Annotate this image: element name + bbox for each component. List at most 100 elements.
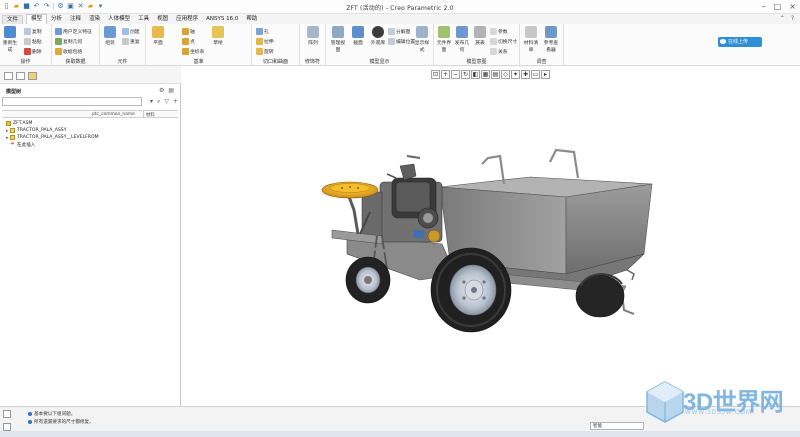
- zoom-out-icon[interactable]: −: [451, 70, 460, 79]
- bom-button[interactable]: 材料清单: [523, 26, 539, 53]
- tree-item[interactable]: ▸ TRACTOR_PALA_ASSY: [2, 127, 99, 134]
- display-style-icon[interactable]: ◧: [471, 70, 480, 79]
- copy-icon: [24, 28, 31, 35]
- help-icon[interactable]: ?: [791, 15, 794, 22]
- tractor-model[interactable]: [182, 84, 800, 406]
- settings-icon[interactable]: ⚙: [159, 87, 164, 94]
- tab-tools[interactable]: 工具: [134, 15, 153, 24]
- minimize-button[interactable]: –: [762, 1, 766, 12]
- paste-button[interactable]: 粘贴: [24, 38, 42, 45]
- copy-geometry-button[interactable]: 复制几何: [55, 38, 82, 45]
- revolve-button[interactable]: 旋转: [256, 48, 274, 55]
- group-operations: 重新生成 复制 粘贴 删除 操作: [0, 24, 52, 66]
- switch-dimensions-button[interactable]: 切换尺寸: [490, 38, 517, 45]
- tab-view[interactable]: 视图: [153, 15, 172, 24]
- add-column-icon[interactable]: +: [173, 98, 178, 106]
- search-dropdown-icon[interactable]: ▾: [150, 98, 153, 106]
- assemble-button[interactable]: 组装: [102, 26, 118, 46]
- hole-button[interactable]: 孔: [256, 28, 269, 35]
- ribbon-tabs: 文件 模型 分析 注释 渲染 人体模型 工具 视图 应用程序 ANSYS 16.…: [0, 14, 800, 24]
- group-model-intent: 元件界面 发布几何 族表 参数 切换尺寸 关系 模型意图: [434, 24, 520, 66]
- edit-position-button[interactable]: 编辑位置: [388, 38, 415, 45]
- delete-button[interactable]: 删除: [24, 48, 42, 55]
- plane-button[interactable]: 平面: [150, 26, 166, 46]
- selection-filter[interactable]: 智能: [590, 422, 644, 430]
- family-table-button[interactable]: 族表: [472, 26, 488, 46]
- graphics-more-icon[interactable]: ▸: [541, 70, 550, 79]
- message-log-icon[interactable]: [3, 410, 11, 418]
- tab-applications[interactable]: 应用程序: [172, 15, 202, 24]
- navigator-toggle-icon[interactable]: [3, 423, 11, 431]
- tab-render[interactable]: 渲染: [85, 15, 104, 24]
- model-tree: ZFT.ASM ▸ TRACTOR_PALA_ASSY ▸ TRACTOR_PA…: [2, 120, 99, 148]
- tab-annotate[interactable]: 注释: [66, 15, 85, 24]
- reference-viewer-button[interactable]: 参考查看器: [543, 26, 559, 53]
- create-icon: [122, 28, 129, 35]
- os-taskbar: [0, 431, 800, 437]
- find-icon[interactable]: ⌕: [157, 98, 160, 106]
- udf-button[interactable]: 用户定义特征: [55, 28, 92, 35]
- section-button[interactable]: 截面: [350, 26, 366, 46]
- annotation-display-icon[interactable]: ▭: [531, 70, 540, 79]
- repeat-button[interactable]: 重复: [122, 38, 140, 45]
- graphics-area[interactable]: [182, 84, 800, 406]
- tab-ansys[interactable]: ANSYS 16.0: [202, 15, 242, 24]
- udf-icon: [55, 28, 62, 35]
- pattern-button[interactable]: 阵列: [305, 26, 321, 46]
- axis-button[interactable]: 轴: [182, 28, 195, 35]
- repaint-icon[interactable]: ↻: [461, 70, 470, 79]
- tab-help[interactable]: 帮助: [242, 15, 261, 24]
- maximize-button[interactable]: □: [774, 1, 782, 12]
- tab-analysis[interactable]: 分析: [47, 15, 66, 24]
- create-button[interactable]: 创建: [122, 28, 140, 35]
- column-material[interactable]: 材料: [146, 112, 155, 118]
- online-upload-button[interactable]: 在线上传: [718, 37, 762, 47]
- datum-display-icon[interactable]: ✦: [511, 70, 520, 79]
- close-button[interactable]: ×: [789, 1, 796, 12]
- regenerate-button[interactable]: 重新生成: [2, 26, 18, 53]
- tree-item-root[interactable]: ZFT.ASM: [2, 120, 99, 127]
- tab-file[interactable]: 文件: [2, 15, 24, 24]
- model-tree-tab-icon[interactable]: [4, 72, 13, 80]
- display-style-button[interactable]: 显示样式: [414, 26, 430, 53]
- zoom-in-icon[interactable]: +: [441, 70, 450, 79]
- shrinkwrap-button[interactable]: 收缩包络: [55, 48, 82, 55]
- manage-views-button[interactable]: 管理视图: [330, 26, 346, 53]
- display-style-big-icon: [416, 26, 428, 38]
- sketch-button[interactable]: 草绘: [210, 26, 226, 46]
- tree-item[interactable]: ▸ TRACTOR_PALA_ASSY__LEVELFROM: [2, 134, 99, 141]
- copy-button[interactable]: 复制: [24, 28, 42, 35]
- model-tree-title: 模型树: [6, 89, 22, 95]
- assemble-big-icon: [104, 26, 116, 38]
- spin-center-icon[interactable]: ✚: [521, 70, 530, 79]
- show-dropdown-icon[interactable]: ▤: [168, 87, 174, 94]
- column-common-name[interactable]: ptc_common_name: [92, 112, 135, 117]
- parameters-button[interactable]: 参数: [490, 28, 508, 35]
- regenerate-big-icon: [4, 26, 16, 38]
- filter-icon[interactable]: ▽: [164, 98, 169, 106]
- folder-browser-tab-icon[interactable]: [16, 72, 25, 80]
- component-interface-big-icon: [438, 26, 450, 38]
- point-button[interactable]: 点: [182, 38, 195, 45]
- favorites-tab-icon[interactable]: [28, 72, 37, 80]
- view-toolbar: ⊡ + − ↻ ◧ ▦ ▤ ◇ ✦ ✚ ▭ ▸: [431, 70, 550, 82]
- relations-button[interactable]: 关系: [490, 48, 508, 55]
- exploded-view-button[interactable]: 分解图: [388, 28, 410, 35]
- tree-item-insert-here[interactable]: ➜ 在此插入: [2, 141, 99, 148]
- tab-manikin[interactable]: 人体模型: [104, 15, 134, 24]
- status-message-2: 所有遗漏要求的尺寸都修复。: [28, 419, 94, 425]
- component-interface-button[interactable]: 元件界面: [436, 26, 452, 53]
- group-cut-surface: 孔 拉伸 旋转 切口和曲面: [252, 24, 300, 66]
- tab-model[interactable]: 模型: [26, 14, 48, 24]
- csys-button[interactable]: 坐标系: [182, 48, 204, 55]
- tree-search-input[interactable]: [2, 97, 142, 106]
- refit-icon[interactable]: ⊡: [431, 70, 440, 79]
- ribbon-minimize-icon[interactable]: ⌃: [780, 15, 785, 22]
- extrude-button[interactable]: 拉伸: [256, 38, 274, 45]
- view-manager-icon[interactable]: ▤: [491, 70, 500, 79]
- publish-geometry-button[interactable]: 发布几何: [454, 26, 470, 53]
- appearance-gallery-button[interactable]: 外观库: [370, 26, 386, 46]
- perspective-icon[interactable]: ◇: [501, 70, 510, 79]
- saved-views-icon[interactable]: ▦: [481, 70, 490, 79]
- group-label-modifiers: 修饰符: [304, 59, 320, 65]
